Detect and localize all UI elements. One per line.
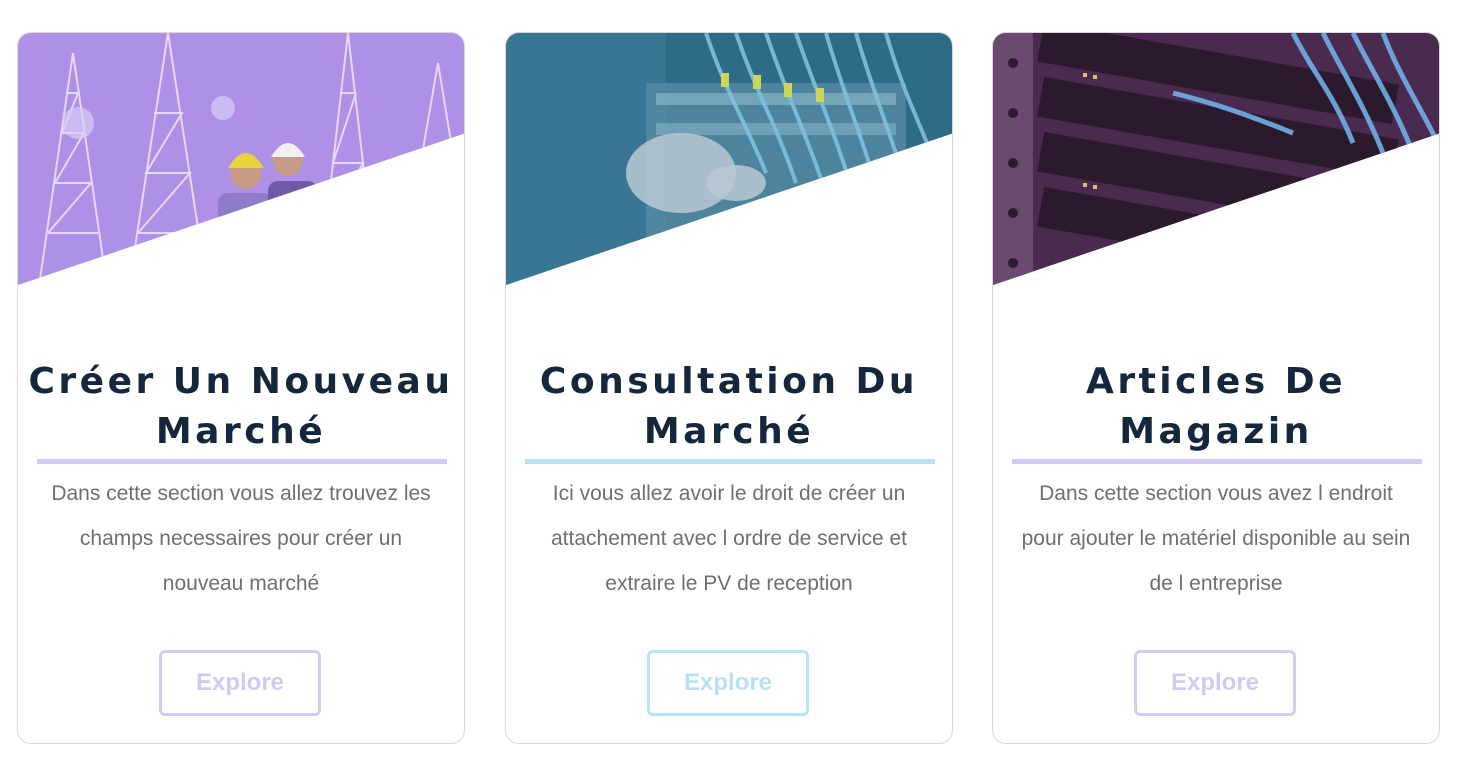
explore-button[interactable]: Explore <box>1134 650 1296 716</box>
title-divider <box>1012 459 1422 464</box>
card-title: Consultation Du Marché <box>539 361 919 452</box>
explore-button[interactable]: Explore <box>647 650 809 716</box>
network-cables-image <box>506 33 952 293</box>
telecom-tower-image <box>18 33 464 293</box>
explore-button[interactable]: Explore <box>159 650 321 716</box>
card-title: Articles De Magazin <box>1085 361 1347 452</box>
card-nouveau-marche: Créer Un Nouveau Marché Dans cette secti… <box>17 32 465 744</box>
card-description: Ici vous allez avoir le droit de créer u… <box>550 482 907 595</box>
title-divider <box>525 459 935 464</box>
card-description: Dans cette section vous avez l endroit p… <box>1021 482 1411 595</box>
card-articles-magazin: Articles De Magazin Dans cette section v… <box>992 32 1440 744</box>
title-divider <box>37 459 447 464</box>
card-description: Dans cette section vous allez trouvez le… <box>51 482 431 595</box>
server-rack-image <box>993 33 1439 293</box>
card-consultation-marche: Consultation Du Marché Ici vous allez av… <box>505 32 953 744</box>
card-title: Créer Un Nouveau Marché <box>28 361 454 452</box>
